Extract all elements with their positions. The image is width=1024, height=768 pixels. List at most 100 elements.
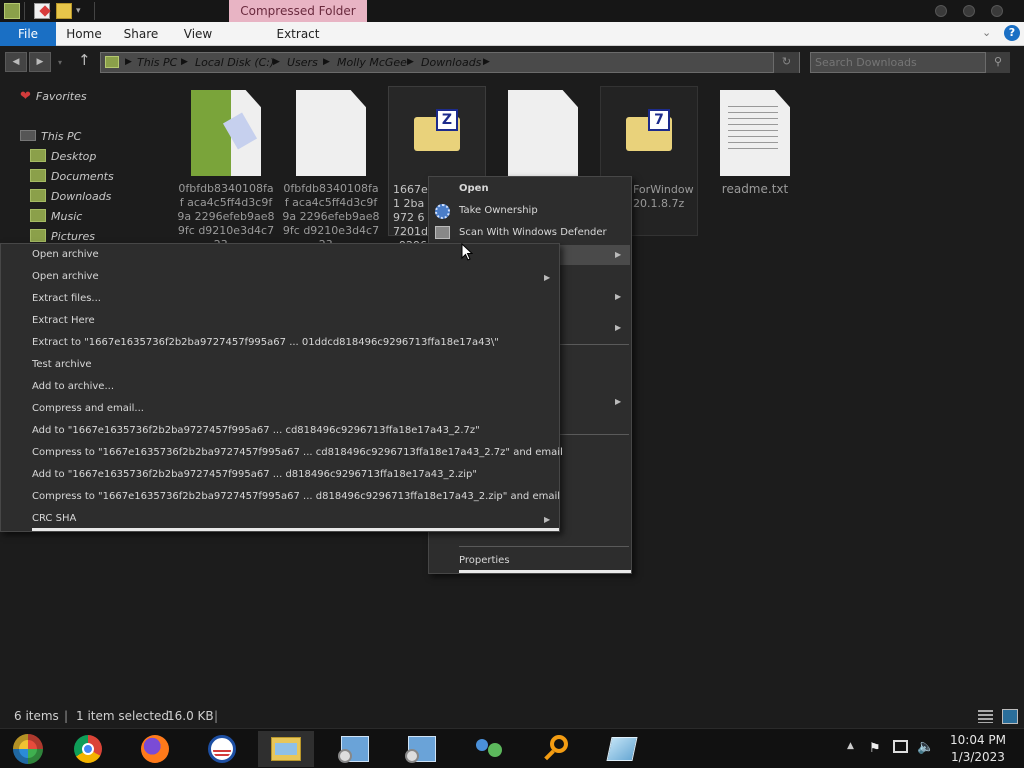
sidebar-item-documents[interactable]: Documents bbox=[30, 167, 114, 187]
submenu-add-to-zip[interactable]: Add to "1667e1635736f2b2ba9727457f995a67… bbox=[32, 464, 477, 486]
menu-divider bbox=[459, 546, 629, 547]
chevron-right-icon: ▶ bbox=[615, 323, 622, 332]
search-input[interactable] bbox=[815, 55, 981, 70]
large-icons-view-icon[interactable] bbox=[1002, 709, 1018, 724]
taskbar-setup-app-2[interactable] bbox=[394, 731, 450, 767]
recent-locations-icon[interactable]: ▾ bbox=[58, 58, 62, 67]
maximize-button[interactable] bbox=[963, 5, 975, 17]
status-divider: | bbox=[64, 709, 69, 723]
folder-icon bbox=[30, 209, 46, 222]
search-box[interactable]: ⚲ bbox=[810, 52, 1010, 73]
breadcrumb-separator[interactable]: ▶ bbox=[181, 53, 188, 72]
menu-item-properties[interactable]: Properties bbox=[459, 550, 510, 572]
chevron-up-icon[interactable]: ▲ bbox=[847, 741, 854, 751]
taskbar-setup-app[interactable] bbox=[327, 731, 383, 767]
tab-file[interactable]: File bbox=[0, 22, 56, 46]
submenu-extract-to[interactable]: Extract to "1667e1635736f2b2ba9727457f99… bbox=[32, 332, 499, 354]
breadcrumb-separator[interactable]: ▶ bbox=[407, 53, 414, 72]
new-folder-icon[interactable] bbox=[56, 3, 72, 19]
taskbar-network-app[interactable] bbox=[461, 731, 517, 767]
file-item[interactable]: readme.txt bbox=[706, 86, 804, 236]
navigation-bar: ◀ ▶ ▾ ↑ ▶ This PC ▶ Local Disk (C:) ▶ Us… bbox=[0, 46, 1024, 78]
refresh-icon[interactable]: ↻ bbox=[773, 52, 799, 73]
forward-button[interactable]: ▶ bbox=[29, 52, 51, 72]
nav-favorites[interactable]: ❤ Favorites bbox=[20, 87, 87, 107]
breadcrumb-users[interactable]: Users bbox=[287, 53, 318, 72]
volume-icon[interactable]: 🔈 bbox=[917, 739, 934, 755]
sidebar-item-downloads[interactable]: Downloads bbox=[30, 187, 111, 207]
submenu-open-archive-as[interactable]: Open archive bbox=[32, 266, 99, 288]
submenu-open-archive[interactable]: Open archive bbox=[32, 244, 99, 266]
expand-ribbon-icon[interactable]: ⌄ bbox=[982, 26, 991, 39]
submenu-test-archive[interactable]: Test archive bbox=[32, 354, 92, 376]
breadcrumb-user[interactable]: Molly McGee bbox=[337, 53, 407, 72]
folder-icon bbox=[30, 169, 46, 182]
details-view-icon[interactable] bbox=[978, 710, 993, 723]
taskbar-app[interactable] bbox=[194, 731, 250, 767]
back-button[interactable]: ◀ bbox=[5, 52, 27, 72]
folder-icon bbox=[30, 189, 46, 202]
help-icon[interactable]: ? bbox=[1004, 25, 1020, 41]
breadcrumb-separator[interactable]: ▶ bbox=[125, 53, 132, 72]
status-divider: | bbox=[214, 709, 219, 723]
taskbar-chrome[interactable] bbox=[60, 731, 116, 767]
file-item[interactable]: 0fbfdb8340108faf aca4c5ff4d3c9f9a 2296ef… bbox=[177, 86, 275, 251]
taskbar-firefox[interactable] bbox=[127, 731, 183, 767]
breadcrumb-separator[interactable]: ▶ bbox=[323, 53, 330, 72]
file-explorer-icon bbox=[271, 737, 301, 761]
taskbar-file-explorer[interactable] bbox=[258, 731, 314, 767]
address-bar[interactable]: ▶ This PC ▶ Local Disk (C:) ▶ Users ▶ Mo… bbox=[100, 52, 800, 73]
breadcrumb-separator[interactable]: ▶ bbox=[273, 53, 280, 72]
file-name: 0fbfdb8340108faf aca4c5ff4d3c9f9a 2296ef… bbox=[177, 182, 275, 251]
breadcrumb-this-pc[interactable]: This PC bbox=[137, 53, 177, 72]
chevron-down-icon[interactable]: ▾ bbox=[76, 6, 81, 16]
notepad-icon bbox=[606, 737, 638, 761]
network-icon[interactable] bbox=[893, 740, 908, 753]
submenu-extract-files[interactable]: Extract files... bbox=[32, 288, 101, 310]
folder-icon bbox=[105, 56, 119, 68]
taskbar: ▲ ⚑ 🔈 10:04 PM 1/3/2023 bbox=[0, 728, 1024, 768]
archive-submenu: Open archive Open archive ▶ Extract file… bbox=[0, 243, 563, 532]
folder-icon[interactable] bbox=[4, 3, 20, 19]
tab-view[interactable]: View bbox=[174, 22, 222, 46]
submenu-add-to-7z[interactable]: Add to "1667e1635736f2b2ba9727457f995a67… bbox=[32, 420, 480, 442]
taskbar-notes-app[interactable] bbox=[594, 731, 650, 767]
menu-item-take-ownership[interactable]: Take Ownership bbox=[459, 200, 538, 222]
clock[interactable]: 10:04 PM 1/3/2023 bbox=[940, 732, 1016, 766]
sidebar-item-music[interactable]: Music bbox=[30, 207, 82, 227]
text-file-icon bbox=[720, 90, 790, 176]
submenu-compress-zip-email[interactable]: Compress to "1667e1635736f2b2ba9727457f9… bbox=[32, 486, 560, 508]
search-icon[interactable]: ⚲ bbox=[985, 52, 1010, 73]
nav-this-pc[interactable]: This PC bbox=[20, 127, 81, 147]
users-network-icon bbox=[474, 737, 504, 761]
minimize-button[interactable] bbox=[935, 5, 947, 17]
breadcrumb-separator[interactable]: ▶ bbox=[483, 53, 490, 72]
sidebar-item-label: Downloads bbox=[51, 190, 112, 203]
tab-share[interactable]: Share bbox=[116, 22, 166, 46]
tab-extract[interactable]: Extract bbox=[229, 22, 367, 46]
file-item[interactable]: 0fbfdb8340108faf aca4c5ff4d3c9f9a 2296ef… bbox=[282, 86, 380, 251]
file-name: readme.txt bbox=[721, 182, 789, 196]
submenu-add-to-archive[interactable]: Add to archive... bbox=[32, 376, 114, 398]
breadcrumb-local-disk[interactable]: Local Disk (C:) bbox=[195, 53, 274, 72]
taskbar-search-app[interactable] bbox=[528, 731, 584, 767]
up-arrow-icon[interactable]: ↑ bbox=[78, 51, 91, 69]
properties-icon[interactable] bbox=[34, 3, 51, 19]
action-center-flag-icon[interactable]: ⚑ bbox=[869, 741, 881, 756]
breadcrumb-downloads[interactable]: Downloads bbox=[421, 53, 481, 72]
submenu-compress-7z-email[interactable]: Compress to "1667e1635736f2b2ba9727457f9… bbox=[32, 442, 563, 464]
nav-favorites-label: Favorites bbox=[35, 90, 87, 103]
submenu-crc-sha[interactable]: CRC SHA bbox=[32, 508, 76, 530]
start-button[interactable] bbox=[0, 731, 56, 767]
ribbon-tab-bar: File Home Share View Extract ⌄ ? bbox=[0, 22, 1024, 46]
magnifier-icon bbox=[542, 735, 570, 763]
close-button[interactable] bbox=[991, 5, 1003, 17]
tab-home[interactable]: Home bbox=[60, 22, 108, 46]
submenu-extract-here[interactable]: Extract Here bbox=[32, 310, 95, 332]
divider bbox=[94, 2, 95, 20]
menu-item-open[interactable]: Open bbox=[459, 178, 489, 200]
sidebar-item-desktop[interactable]: Desktop bbox=[30, 147, 96, 167]
menu-item-scan-defender[interactable]: Scan With Windows Defender bbox=[459, 222, 607, 244]
folder-icon bbox=[30, 149, 46, 162]
submenu-compress-email[interactable]: Compress and email... bbox=[32, 398, 144, 420]
